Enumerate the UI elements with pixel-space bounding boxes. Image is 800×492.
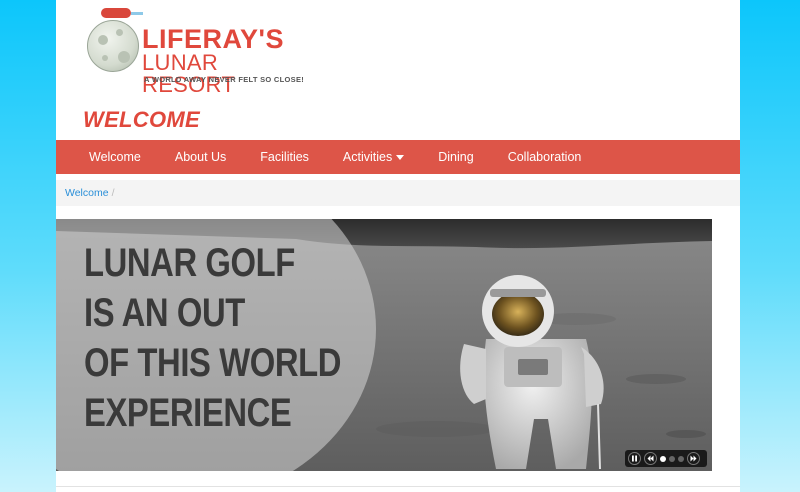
carousel-dot-3[interactable] — [678, 455, 684, 462]
carousel-dot-1[interactable] — [660, 455, 666, 462]
rocket-trail — [131, 12, 143, 15]
page-container: LIFERAY'S LUNAR RESORT A WORLD AWAY NEVE… — [56, 0, 740, 492]
caret-down-icon — [396, 155, 405, 161]
rewind-icon[interactable] — [644, 452, 657, 465]
fast-forward-icon[interactable] — [687, 452, 700, 465]
moon-icon — [87, 20, 139, 72]
banner-line: IS AN OUT — [84, 291, 245, 335]
nav-item-facilities[interactable]: Facilities — [243, 140, 326, 174]
banner-headline: LUNAR GOLF IS AN OUT OF THIS WORLD EXPER… — [84, 238, 341, 438]
breadcrumb-item-welcome[interactable]: Welcome — [65, 187, 109, 199]
carousel-dot-2[interactable] — [669, 455, 675, 462]
banner-line: OF THIS WORLD — [84, 341, 342, 385]
breadcrumb-separator: / — [111, 187, 115, 199]
nav-item-collaboration[interactable]: Collaboration — [491, 140, 599, 174]
nav-item-dining[interactable]: Dining — [421, 140, 490, 174]
hero-carousel: LUNAR GOLF IS AN OUT OF THIS WORLD EXPER… — [56, 219, 712, 471]
logo-title-line1: LIFERAY'S — [142, 24, 284, 54]
banner-line: LUNAR GOLF — [84, 241, 295, 285]
banner-line: EXPERIENCE — [84, 391, 292, 435]
content-divider — [56, 486, 740, 487]
pause-icon[interactable] — [628, 452, 641, 465]
page-title: WELCOME — [83, 107, 200, 132]
logo-tagline: A WORLD AWAY NEVER FELT SO CLOSE! — [144, 75, 305, 84]
nav-item-welcome[interactable]: Welcome — [56, 140, 158, 174]
carousel-controls — [625, 450, 707, 467]
nav-item-activities-label: Activities — [342, 150, 393, 164]
main-navigation: Welcome About Us Facilities Activities D… — [56, 140, 740, 174]
breadcrumb: Welcome / — [56, 180, 740, 206]
resort-logo[interactable]: LIFERAY'S LUNAR RESORT A WORLD AWAY NEVE… — [85, 8, 315, 96]
nav-item-about-us[interactable]: About Us — [158, 140, 243, 174]
rocket-icon — [101, 8, 131, 18]
nav-item-activities[interactable]: Activities — [326, 140, 421, 174]
logo-title-line2: LUNAR RESORT — [142, 50, 236, 97]
